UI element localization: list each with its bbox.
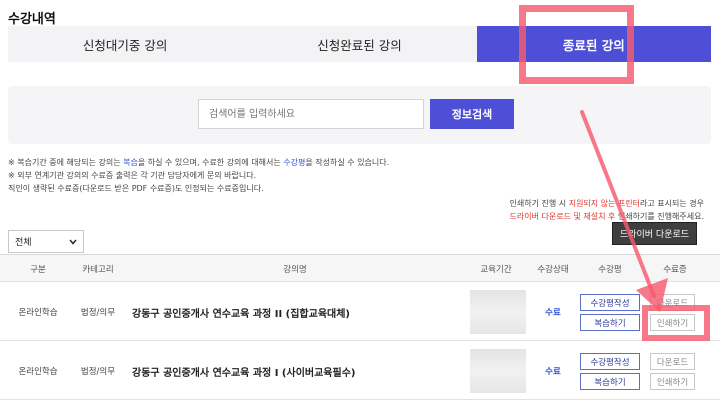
write-review-button[interactable]: 수강평작성 bbox=[580, 353, 640, 370]
driver-download-button[interactable]: 드라이버 다운로드 bbox=[612, 222, 697, 245]
print-certificate-button[interactable]: 인쇄하기 bbox=[650, 314, 695, 331]
tab-waiting[interactable]: 신청대기중 강의 bbox=[8, 26, 242, 62]
header-review: 수강평 bbox=[598, 265, 622, 275]
row-category: 법정/의무 bbox=[80, 367, 116, 377]
header-status: 수강상태 bbox=[537, 265, 569, 275]
notice-line-3: 직인이 생략된 수료증(다운로드 받은 PDF 수료증)도 인정되는 수료증입니… bbox=[8, 184, 264, 193]
table-row: 온라인학습 법정/의무 강동구 공인중개사 연수교육 과정 II (집합교육대체… bbox=[0, 283, 720, 341]
header-category: 카테고리 bbox=[82, 265, 114, 275]
header-certificate: 수료증 bbox=[663, 265, 687, 275]
filter-selected-value: 전체 bbox=[15, 238, 32, 248]
notice-text: ※ 복습기간 중에 해당되는 강의는 복습을 하실 수 있으며, 수료한 강의에… bbox=[8, 156, 389, 195]
retake-button[interactable]: 복습하기 bbox=[580, 314, 640, 331]
header-period: 교육기간 bbox=[480, 265, 512, 275]
search-input[interactable] bbox=[198, 99, 424, 129]
row-period-blurred bbox=[470, 290, 526, 334]
review-link: 복습 bbox=[123, 158, 138, 167]
row-status: 수료 bbox=[545, 308, 561, 318]
print-notice: 인쇄하기 진행 시 지원되지 않는 프린터라고 표시되는 경우 드라이버 다운로… bbox=[509, 199, 704, 221]
download-certificate-button[interactable]: 다운로드 bbox=[650, 294, 695, 311]
row-course-name[interactable]: 강동구 공인중개사 연수교육 과정 I (사이버교육필수) bbox=[132, 342, 462, 400]
search-panel: 정보검색 bbox=[8, 86, 711, 144]
row-type: 온라인학습 bbox=[18, 308, 58, 318]
row-type: 온라인학습 bbox=[18, 367, 58, 377]
header-type: 구분 bbox=[30, 265, 46, 275]
chevron-down-icon bbox=[69, 239, 77, 245]
notice-line-2: ※ 외부 연계기관 강의의 수료증 출력은 각 기관 담당자에게 문의 바랍니다… bbox=[8, 171, 257, 180]
write-review-button[interactable]: 수강평작성 bbox=[580, 294, 640, 311]
download-certificate-button[interactable]: 다운로드 bbox=[650, 353, 695, 370]
retake-button[interactable]: 복습하기 bbox=[580, 373, 640, 390]
search-button[interactable]: 정보검색 bbox=[430, 99, 514, 129]
evaluation-link: 수강평 bbox=[283, 158, 306, 167]
page-title: 수강내역 bbox=[8, 12, 56, 27]
row-status: 수료 bbox=[545, 367, 561, 377]
table-header: 구분 카테고리 강의명 교육기간 수강상태 수강평 수료증 bbox=[0, 254, 720, 282]
row-category: 법정/의무 bbox=[80, 308, 116, 318]
tab-completed-application[interactable]: 신청완료된 강의 bbox=[242, 26, 476, 62]
table-row: 온라인학습 법정/의무 강동구 공인중개사 연수교육 과정 I (사이버교육필수… bbox=[0, 342, 720, 400]
notice-line-1: ※ 복습기간 중에 해당되는 강의는 복습을 하실 수 있으며, 수료한 강의에… bbox=[8, 158, 390, 167]
course-status-tabs: 신청대기중 강의 신청완료된 강의 종료된 강의 bbox=[8, 26, 711, 62]
row-course-name[interactable]: 강동구 공인중개사 연수교육 과정 II (집합교육대체) bbox=[132, 283, 462, 341]
tab-ended[interactable]: 종료된 강의 bbox=[476, 26, 711, 62]
print-certificate-button[interactable]: 인쇄하기 bbox=[650, 373, 695, 390]
row-period-blurred bbox=[470, 349, 526, 393]
category-filter-select[interactable]: 전체 bbox=[8, 230, 84, 253]
header-course-name: 강의명 bbox=[283, 265, 307, 275]
